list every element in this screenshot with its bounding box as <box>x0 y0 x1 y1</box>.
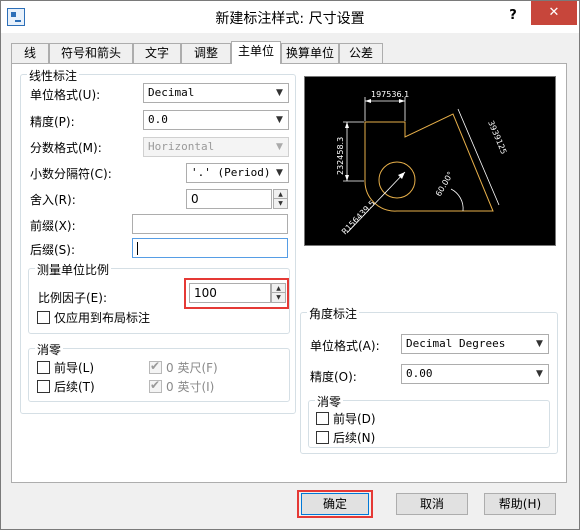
trailing-zero-checkbox[interactable]: 后续(T) <box>37 378 95 395</box>
preview-dim-left: 232458.3 <box>336 137 345 175</box>
spin-up-icon[interactable]: ▲ <box>274 190 287 199</box>
chevron-down-icon: ▼ <box>276 88 283 98</box>
preview-dim-angle: 60.00° <box>434 170 455 198</box>
title-bar: 新建标注样式: 尺寸设置 ? ✕ <box>1 1 579 33</box>
angular-leading-checkbox[interactable]: 前导(D) <box>316 410 376 427</box>
round-off-label: 舍入(R): <box>30 193 76 207</box>
zero-feet-checkbox[interactable]: ✔ 0 英尺(F) <box>149 359 218 376</box>
tab-fit[interactable]: 调整 <box>181 43 231 63</box>
checkmark-icon: ✔ <box>150 359 161 373</box>
checkbox-box: ✔ <box>149 359 162 374</box>
unit-format-label: 单位格式(U): <box>30 88 101 102</box>
chevron-down-icon: ▼ <box>536 339 543 349</box>
angular-group-title: 角度标注 <box>307 305 360 322</box>
tab-lines[interactable]: 线 <box>11 43 49 63</box>
zero-suppression-angular-title: 消零 <box>315 393 344 410</box>
angular-precision-value: 0.00 <box>406 367 433 380</box>
checkbox-box: ✔ <box>149 378 162 393</box>
chevron-down-icon: ▼ <box>276 142 283 152</box>
checkbox-box <box>316 412 329 425</box>
chevron-down-icon: ▼ <box>276 168 283 178</box>
preview-labels: 197536.1 232458.3 3939125 60.00° R156439… <box>336 90 508 236</box>
tab-symbols-arrows[interactable]: 符号和箭头 <box>49 43 133 63</box>
precision-value: 0.0 <box>148 113 168 126</box>
leading-zero-label: 前导(L) <box>54 361 95 375</box>
preview-dim-right: 3939125 <box>486 119 508 155</box>
decimal-separator-select[interactable]: '.' (Period) ▼ <box>186 163 289 183</box>
ok-button-highlight <box>297 490 373 518</box>
preview-part-outline <box>364 113 494 212</box>
scale-group-title: 测量单位比例 <box>35 261 112 278</box>
trailing-zero-label: 后续(T) <box>54 380 95 394</box>
spin-down-icon[interactable]: ▼ <box>274 199 287 208</box>
help-button[interactable]: 帮助(H) <box>484 493 556 515</box>
zero-inches-checkbox[interactable]: ✔ 0 英寸(I) <box>149 378 214 395</box>
linear-group-title: 线性标注 <box>27 67 80 84</box>
window-title: 新建标注样式: 尺寸设置 <box>215 11 365 27</box>
checkbox-box <box>316 431 329 444</box>
chevron-down-icon: ▼ <box>276 115 283 125</box>
preview-arrows <box>345 99 405 181</box>
angular-precision-select[interactable]: 0.00 ▼ <box>401 364 549 384</box>
apply-to-layout-label: 仅应用到布局标注 <box>54 311 151 325</box>
checkbox-box <box>37 380 50 393</box>
zero-inches-label: 0 英寸(I) <box>166 380 215 394</box>
fraction-format-value: Horizontal <box>148 140 215 153</box>
round-off-input[interactable]: 0 <box>186 189 272 209</box>
precision-select[interactable]: 0.0 ▼ <box>143 110 289 130</box>
cancel-button[interactable]: 取消 <box>396 493 468 515</box>
angular-unit-format-label: 单位格式(A): <box>310 339 380 353</box>
round-off-stepper[interactable]: ▲ ▼ <box>273 189 288 209</box>
tab-tolerances[interactable]: 公差 <box>339 43 383 63</box>
preview-dim-radius: R156439.5 <box>340 199 377 237</box>
tab-alternate-units[interactable]: 换算单位 <box>281 43 339 63</box>
precision-label: 精度(P): <box>30 115 75 129</box>
fraction-format-select[interactable]: Horizontal ▼ <box>143 137 289 157</box>
angular-unit-format-select[interactable]: Decimal Degrees ▼ <box>401 334 549 354</box>
primary-units-panel: 线性标注 单位格式(U): Decimal ▼ 精度(P): 0.0 ▼ 分数格… <box>11 63 567 483</box>
dimension-preview: 197536.1 232458.3 3939125 60.00° R156439… <box>304 76 556 246</box>
prefix-input[interactable] <box>132 214 288 234</box>
zero-feet-label: 0 英尺(F) <box>166 361 218 375</box>
tab-primary-units[interactable]: 主单位 <box>231 41 281 64</box>
angular-leading-label: 前导(D) <box>333 412 376 426</box>
preview-drawing: 197536.1 232458.3 3939125 60.00° R156439… <box>336 90 508 236</box>
suffix-input[interactable] <box>132 238 288 258</box>
decimal-separator-label: 小数分隔符(C): <box>30 167 112 181</box>
scale-factor-highlight <box>184 278 289 309</box>
text-caret <box>137 242 138 255</box>
help-title-button[interactable]: ? <box>499 5 527 27</box>
angular-precision-label: 精度(O): <box>310 370 357 384</box>
angular-trailing-checkbox[interactable]: 后续(N) <box>316 429 375 446</box>
apply-to-layout-checkbox[interactable]: 仅应用到布局标注 <box>37 309 150 326</box>
unit-format-value: Decimal <box>148 86 195 99</box>
checkmark-icon: ✔ <box>150 378 161 392</box>
leading-zero-checkbox[interactable]: 前导(L) <box>37 359 94 376</box>
close-button[interactable]: ✕ <box>531 1 577 25</box>
angular-trailing-label: 后续(N) <box>333 431 376 445</box>
scale-factor-label: 比例因子(E): <box>38 291 107 305</box>
prefix-label: 前缀(X): <box>30 219 76 233</box>
zero-suppression-linear-title: 消零 <box>35 341 64 358</box>
unit-format-select[interactable]: Decimal ▼ <box>143 83 289 103</box>
fraction-format-label: 分数格式(M): <box>30 141 102 155</box>
preview-geometry <box>364 113 494 212</box>
preview-dim-top: 197536.1 <box>371 90 409 99</box>
checkbox-box <box>37 311 50 324</box>
tab-text[interactable]: 文字 <box>133 43 181 63</box>
angular-unit-format-value: Decimal Degrees <box>406 337 506 350</box>
dimension-style-dialog: 新建标注样式: 尺寸设置 ? ✕ 线 符号和箭头 文字 调整 主单位 换算单位 … <box>0 0 580 530</box>
suffix-label: 后缀(S): <box>30 243 76 257</box>
decimal-separator-value: '.' (Period) <box>191 166 271 179</box>
checkbox-box <box>37 361 50 374</box>
chevron-down-icon: ▼ <box>536 369 543 379</box>
